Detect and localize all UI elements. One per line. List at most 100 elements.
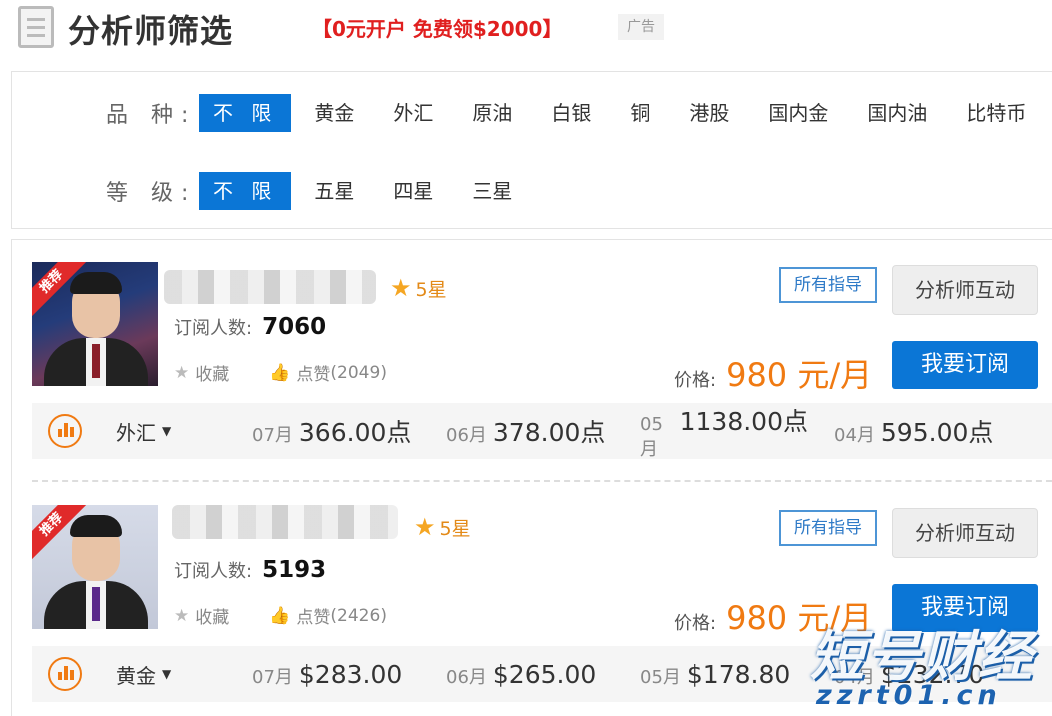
rating-text: 5星 <box>439 517 471 540</box>
page-header: 分析师筛选 【0元开户 免费领$2000】 广告 <box>0 0 1052 60</box>
star-icon: ★ <box>390 274 412 302</box>
variety-option-copper[interactable]: 铜 <box>614 94 666 132</box>
month-label: 07月 <box>252 425 293 446</box>
star-icon: ★ <box>414 513 436 541</box>
subscriber-value: 5193 <box>262 557 327 583</box>
rating: ★ 5星 <box>414 513 471 541</box>
month-label: 04月 <box>834 666 875 688</box>
star-icon: ★ <box>174 362 190 383</box>
variety-filter-label: 品 种: <box>106 103 197 128</box>
price-value: 980 元/月 <box>726 599 873 637</box>
analyst-avatar[interactable]: 推荐 <box>32 505 158 629</box>
like-button[interactable]: 👍 点赞 (2049) <box>269 360 387 386</box>
all-guidance-button[interactable]: 所有指导 <box>779 510 877 546</box>
card-actions: ★ 收藏 👍 点赞 (2426) <box>174 603 427 629</box>
caret-down-icon: ▼ <box>162 667 172 681</box>
filter-panel: 品 种: 不 限 黄金 外汇 原油 白银 铜 港股 国内金 国内油 比特币 等 … <box>11 71 1052 229</box>
card-divider <box>32 480 1052 482</box>
subscriber-label: 订阅人数: <box>174 561 253 582</box>
price-label: 价格: <box>674 613 717 634</box>
subscribe-button[interactable]: 我要订阅 <box>892 584 1038 632</box>
analyst-card: 推荐 ★ 5星 订阅人数: 5193 ★ 收藏 👍 点赞 (2426) 所有指导… <box>12 483 1052 703</box>
performance-month: 06月 $265.00 <box>446 660 614 689</box>
month-value: $178.80 <box>686 659 791 689</box>
bar-chart-icon <box>48 657 82 691</box>
month-value: 366.00点 <box>298 418 412 447</box>
variety-option-bitcoin[interactable]: 比特币 <box>950 94 1042 132</box>
performance-row: 黄金 ▼ 07月 $283.00 06月 $265.00 05月 $178.80 04… <box>32 646 1052 702</box>
thumbs-up-icon: 👍 <box>269 605 291 626</box>
grade-option-all[interactable]: 不 限 <box>199 172 292 210</box>
subscriber-count: 订阅人数: 7060 <box>174 314 326 340</box>
performance-month: 05月 1138.00点 <box>640 402 808 461</box>
analyst-interact-button[interactable]: 分析师互动 <box>892 508 1038 558</box>
month-value: 595.00点 <box>880 418 994 447</box>
performance-month: 07月 366.00点 <box>252 413 420 449</box>
category-dropdown[interactable]: 黄金 ▼ <box>116 660 226 689</box>
analyst-card: 推荐 ★ 5星 订阅人数: 7060 ★ 收藏 👍 点赞 (2049) 所有指导… <box>12 240 1052 460</box>
month-label: 05月 <box>640 413 663 460</box>
month-label: 06月 <box>446 425 487 446</box>
variety-option-domestic-oil[interactable]: 国内油 <box>851 94 943 132</box>
month-value: 378.00点 <box>492 418 606 447</box>
rating: ★ 5星 <box>390 274 447 302</box>
promo-link[interactable]: 【0元开户 免费领$2000】 <box>312 13 562 42</box>
star-icon: ★ <box>174 605 190 626</box>
variety-filter-row: 品 种: 不 限 黄金 外汇 原油 白银 铜 港股 国内金 国内油 比特币 <box>12 93 1049 133</box>
favorite-button[interactable]: ★ 收藏 <box>174 603 229 629</box>
month-value: $232.70 <box>880 659 985 689</box>
subscriber-count: 订阅人数: 5193 <box>174 557 326 583</box>
subscriber-value: 7060 <box>262 314 327 340</box>
price-label: 价格: <box>674 370 717 391</box>
like-count: (2049) <box>330 362 387 383</box>
thumbs-up-icon: 👍 <box>269 362 291 383</box>
performance-month: 07月 $283.00 <box>252 660 420 689</box>
price: 价格: 980 元/月 <box>674 350 872 396</box>
category-label: 黄金 <box>116 663 156 688</box>
variety-option-silver[interactable]: 白银 <box>535 94 607 132</box>
category-label: 外汇 <box>116 420 156 445</box>
month-value: $283.00 <box>298 659 403 689</box>
grade-filter-row: 等 级: 不 限 五星 四星 三星 <box>12 171 535 211</box>
rating-text: 5星 <box>415 278 447 301</box>
analyst-name-blurred[interactable] <box>172 505 398 539</box>
grade-option-five-star[interactable]: 五星 <box>298 172 370 210</box>
price: 价格: 980 元/月 <box>674 593 872 639</box>
variety-option-all[interactable]: 不 限 <box>199 94 292 132</box>
performance-row: 外汇 ▼ 07月 366.00点 06月 378.00点 05月 1138.00点 0… <box>32 402 1052 461</box>
price-value: 980 元/月 <box>726 356 873 394</box>
favorite-button[interactable]: ★ 收藏 <box>174 360 230 386</box>
performance-month: 06月 378.00点 <box>446 413 614 449</box>
category-dropdown[interactable]: 外汇 ▼ <box>116 417 226 446</box>
like-count: (2426) <box>330 605 387 626</box>
grade-option-three-star[interactable]: 三星 <box>456 172 528 210</box>
like-label: 点赞 <box>296 365 331 385</box>
card-actions: ★ 收藏 👍 点赞 (2049) <box>174 360 427 386</box>
page-title: 分析师筛选 <box>68 12 234 50</box>
variety-option-hk-stocks[interactable]: 港股 <box>673 94 745 132</box>
like-label: 点赞 <box>296 608 331 628</box>
subscribe-button[interactable]: 我要订阅 <box>892 341 1038 389</box>
subscriber-label: 订阅人数: <box>174 318 253 339</box>
analyst-list: 推荐 ★ 5星 订阅人数: 7060 ★ 收藏 👍 点赞 (2049) 所有指导… <box>11 239 1052 716</box>
ad-badge: 广告 <box>618 14 664 40</box>
variety-option-forex[interactable]: 外汇 <box>377 94 449 132</box>
month-label: 07月 <box>252 666 293 688</box>
grade-option-four-star[interactable]: 四星 <box>377 172 449 210</box>
document-icon <box>18 6 54 48</box>
variety-option-domestic-gold[interactable]: 国内金 <box>752 94 844 132</box>
favorite-label: 收藏 <box>195 365 230 385</box>
caret-down-icon: ▼ <box>162 424 172 438</box>
variety-option-gold[interactable]: 黄金 <box>298 94 370 132</box>
analyst-avatar[interactable]: 推荐 <box>32 262 158 386</box>
all-guidance-button[interactable]: 所有指导 <box>779 267 877 303</box>
analyst-name-blurred[interactable] <box>164 270 376 304</box>
month-label: 05月 <box>640 666 681 688</box>
performance-month: 05月 $178.80 <box>640 660 808 689</box>
variety-option-crude-oil[interactable]: 原油 <box>456 94 528 132</box>
performance-month: 04月 595.00点 <box>834 413 1002 449</box>
month-label: 04月 <box>834 425 875 446</box>
like-button[interactable]: 👍 点赞 (2426) <box>269 603 387 629</box>
analyst-interact-button[interactable]: 分析师互动 <box>892 265 1038 315</box>
month-value: $265.00 <box>492 659 597 689</box>
